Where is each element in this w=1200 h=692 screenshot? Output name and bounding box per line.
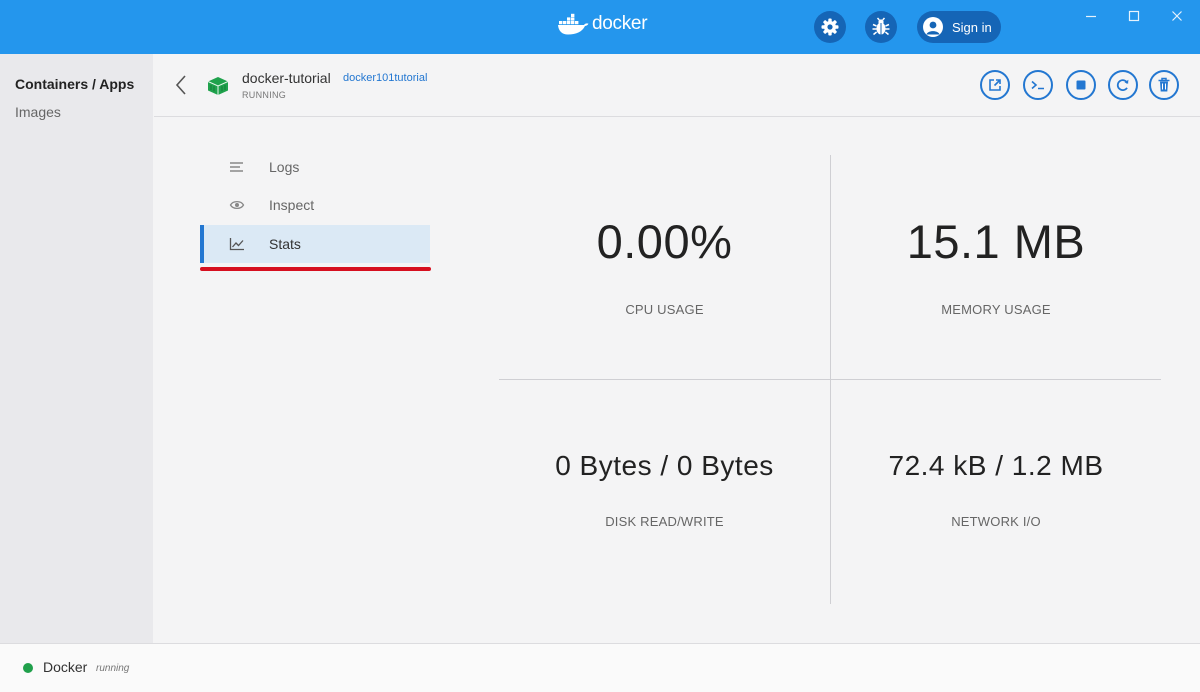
container-image-link[interactable]: docker101tutorial bbox=[343, 72, 427, 84]
minimize-button[interactable] bbox=[1071, 4, 1111, 28]
network-io-label: NETWORK I/O bbox=[951, 514, 1041, 529]
active-tab-indicator bbox=[200, 225, 204, 263]
status-bar: Docker running bbox=[0, 643, 1200, 692]
memory-usage-value: 15.1 MB bbox=[906, 215, 1086, 268]
container-header: docker-tutorial docker101tutorial RUNNIN… bbox=[154, 54, 1200, 117]
memory-usage-label: MEMORY USAGE bbox=[941, 302, 1051, 317]
tab-stats[interactable]: Stats bbox=[200, 225, 430, 263]
external-link-icon bbox=[989, 79, 1001, 91]
sign-in-button[interactable]: Sign in bbox=[917, 11, 1001, 43]
tab-stats-label: Stats bbox=[269, 236, 301, 252]
engine-state: running bbox=[96, 663, 130, 674]
memory-stat: 15.1 MB MEMORY USAGE bbox=[831, 214, 1161, 317]
disk-rw-value: 0 Bytes / 0 Bytes bbox=[555, 450, 774, 481]
cpu-stat: 0.00% CPU USAGE bbox=[499, 214, 830, 317]
chevron-left-icon bbox=[175, 75, 186, 95]
sign-in-label: Sign in bbox=[952, 19, 992, 35]
container-icon bbox=[207, 76, 229, 101]
back-button[interactable] bbox=[174, 74, 188, 101]
close-window-button[interactable] bbox=[1157, 4, 1197, 28]
cpu-usage-value: 0.00% bbox=[596, 215, 733, 268]
network-io-value: 72.4 kB / 1.2 MB bbox=[888, 450, 1104, 481]
tab-logs-label: Logs bbox=[269, 159, 300, 175]
stats-divider-horizontal bbox=[499, 379, 1161, 380]
avatar-icon bbox=[923, 17, 943, 37]
sidebar: Containers / Apps Images bbox=[0, 54, 153, 644]
tab-logs[interactable]: Logs bbox=[200, 148, 430, 186]
disk-stat: 0 Bytes / 0 Bytes DISK READ/WRITE bbox=[499, 450, 830, 529]
maximize-button[interactable] bbox=[1114, 4, 1154, 28]
settings-button[interactable] bbox=[814, 11, 846, 43]
tab-inspect[interactable]: Inspect bbox=[200, 186, 430, 224]
container-status: RUNNING bbox=[242, 90, 287, 100]
tab-inspect-label: Inspect bbox=[269, 197, 315, 213]
bug-icon bbox=[872, 17, 890, 36]
logs-icon bbox=[200, 161, 269, 173]
whale-icon bbox=[558, 13, 589, 35]
stop-icon bbox=[1076, 80, 1086, 90]
close-icon bbox=[1172, 11, 1182, 21]
cpu-usage-label: CPU USAGE bbox=[625, 302, 704, 317]
network-stat: 72.4 kB / 1.2 MB NETWORK I/O bbox=[831, 450, 1161, 529]
container-name: docker-tutorial bbox=[242, 70, 331, 86]
status-dot bbox=[23, 663, 33, 673]
logo-text: docker bbox=[592, 13, 648, 34]
stop-button[interactable] bbox=[1066, 70, 1096, 100]
gear-icon bbox=[821, 18, 839, 36]
docker-logo: docker bbox=[557, 13, 648, 35]
cli-button[interactable] bbox=[1023, 70, 1053, 100]
open-in-browser-button[interactable] bbox=[980, 70, 1010, 100]
terminal-icon bbox=[1031, 80, 1044, 90]
delete-button[interactable] bbox=[1149, 70, 1179, 100]
title-bar: docker Sign in bbox=[0, 0, 1200, 54]
disk-rw-label: DISK READ/WRITE bbox=[605, 514, 724, 529]
eye-icon bbox=[200, 199, 269, 211]
maximize-icon bbox=[1128, 10, 1140, 22]
restart-button[interactable] bbox=[1108, 70, 1138, 100]
restart-icon bbox=[1116, 79, 1129, 92]
highlight-underline bbox=[200, 267, 431, 271]
sidebar-item-images[interactable]: Images bbox=[15, 104, 61, 120]
engine-name: Docker bbox=[43, 659, 88, 675]
troubleshoot-button[interactable] bbox=[865, 11, 897, 43]
chart-icon bbox=[200, 237, 269, 251]
sidebar-item-containers[interactable]: Containers / Apps bbox=[15, 76, 134, 92]
minimize-icon bbox=[1086, 15, 1096, 18]
trash-icon bbox=[1158, 77, 1170, 92]
